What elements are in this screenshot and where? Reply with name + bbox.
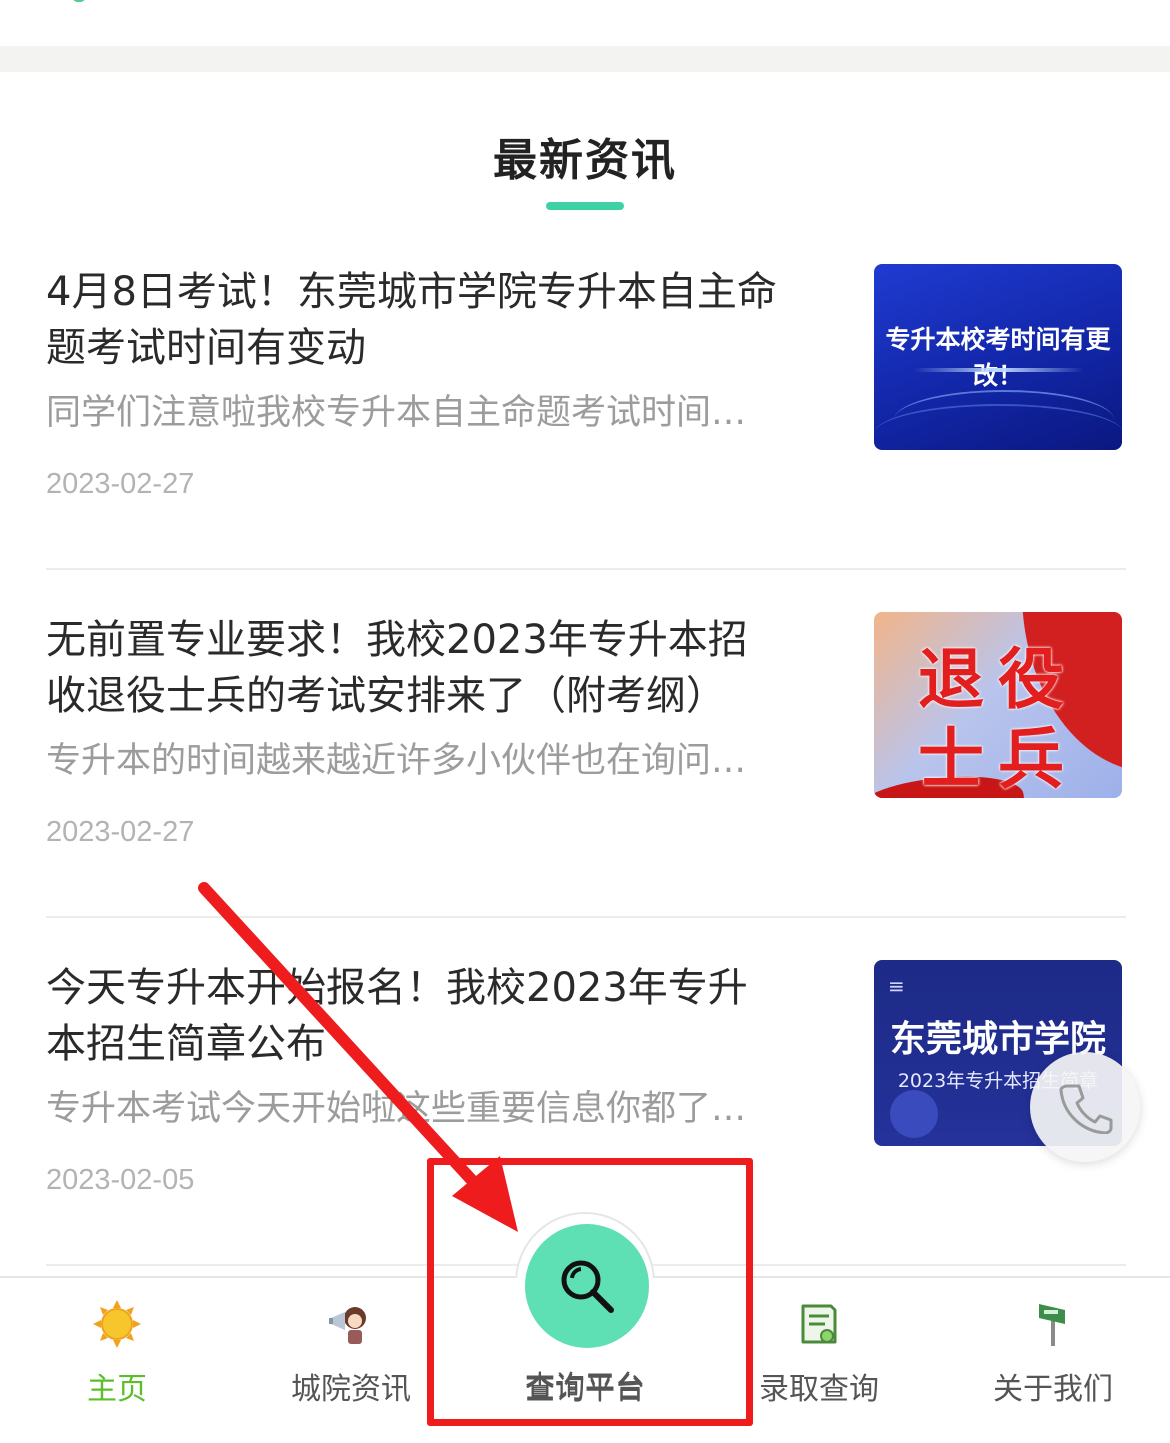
signpost-icon xyxy=(1039,1304,1065,1346)
top-panel-remnant xyxy=(0,0,1170,46)
news-summary: 专升本考试今天开始啦这些重要信息你都了… xyxy=(46,1089,747,1129)
news-summary: 专升本的时间越来越近许多小伙伴也在询问… xyxy=(46,741,747,781)
nav-label: 城院资讯 xyxy=(291,1372,411,1407)
decorative-mark xyxy=(72,0,86,2)
search-icon xyxy=(561,1260,614,1313)
nav-item-home[interactable]: 主页 xyxy=(0,1278,234,1443)
thumbnail-caption: 专升本校考时间有更改！ xyxy=(885,325,1111,390)
nav-item-news[interactable]: 城院资讯 xyxy=(234,1278,468,1443)
news-date: 2023-02-27 xyxy=(46,468,195,500)
news-thumbnail[interactable]: 退役 士兵 xyxy=(874,612,1122,798)
menu-icon: ≡ xyxy=(888,974,905,998)
news-date: 2023-02-27 xyxy=(46,816,195,848)
news-divider xyxy=(46,916,1126,918)
phone-call-button[interactable] xyxy=(1030,1052,1140,1162)
query-platform-label: 查询平台 xyxy=(525,1370,645,1405)
section-title-underline xyxy=(546,202,624,210)
news-item[interactable]: 无前置专业要求！我校2023年专升本招收退役士兵的考试安排来了（附考纲） 专升本… xyxy=(46,612,1126,912)
news-item[interactable]: 4月8日考试！东莞城市学院专升本自主命题考试时间有变动 同学们注意啦我校专升本自… xyxy=(46,264,1126,564)
news-title[interactable]: 今天专升本开始报名！我校2023年专升本招生简章公布 xyxy=(46,960,786,1072)
nav-item-admission-query[interactable]: 录取查询 xyxy=(702,1278,936,1443)
section-title: 最新资讯 xyxy=(493,135,677,186)
nav-label: 录取查询 xyxy=(759,1372,879,1407)
app-screen: 最新资讯 4月8日考试！东莞城市学院专升本自主命题考试时间有变动 同学们注意啦我… xyxy=(0,0,1170,1443)
news-title[interactable]: 4月8日考试！东莞城市学院专升本自主命题考试时间有变动 xyxy=(46,264,786,376)
news-summary: 同学们注意啦我校专升本自主命题考试时间… xyxy=(46,393,747,433)
phone-icon xyxy=(1059,1084,1113,1134)
decorative-circle xyxy=(890,1090,938,1138)
news-date: 2023-02-05 xyxy=(46,1164,195,1196)
nav-label: 关于我们 xyxy=(993,1372,1113,1407)
section-separator xyxy=(0,46,1170,72)
news-thumbnail[interactable]: 专升本校考时间有更改！ xyxy=(874,264,1122,450)
sun-icon xyxy=(93,1300,141,1348)
news-title[interactable]: 无前置专业要求！我校2023年专升本招收退役士兵的考试安排来了（附考纲） xyxy=(46,612,786,724)
certificate-icon xyxy=(801,1304,837,1344)
thumbnail-glow xyxy=(914,368,1084,372)
query-platform-button[interactable] xyxy=(525,1224,649,1348)
nav-item-about-us[interactable]: 关于我们 xyxy=(936,1278,1170,1443)
nav-label: 主页 xyxy=(87,1372,147,1407)
megaphone-girl-icon xyxy=(329,1307,366,1344)
thumbnail-caption: 士兵 xyxy=(918,721,1078,798)
news-divider xyxy=(46,568,1126,570)
